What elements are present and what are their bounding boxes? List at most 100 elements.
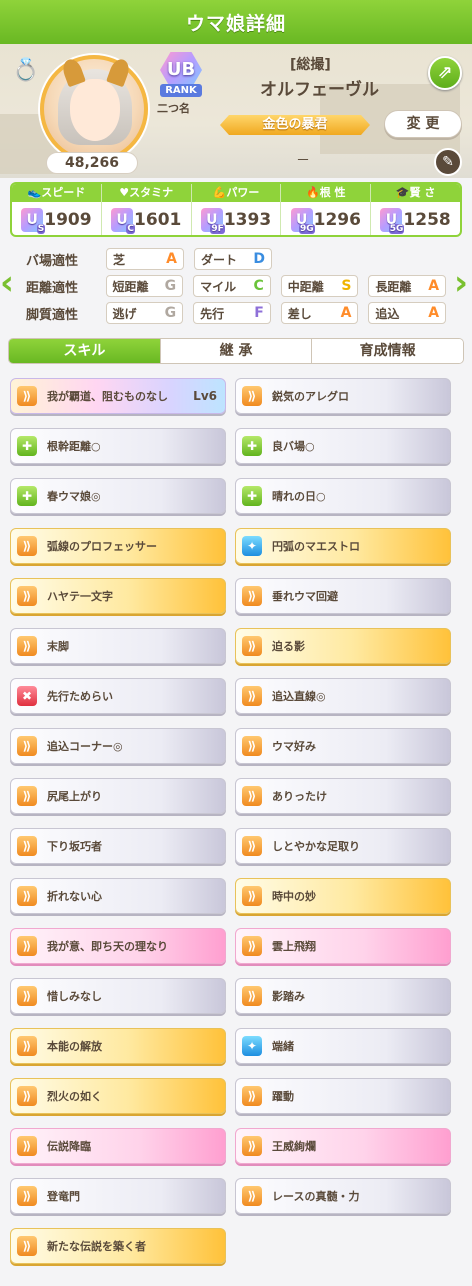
- skill-item[interactable]: ⟫ ありったけ: [235, 778, 451, 814]
- skill-name: 登竜門: [47, 1190, 80, 1203]
- prev-arrow-icon[interactable]: ‹: [0, 263, 20, 303]
- aptitude-label: 脚質適性: [26, 307, 79, 323]
- tab-skills[interactable]: スキル: [9, 339, 161, 363]
- skill-item[interactable]: ⟫ しとやかな足取り: [235, 828, 451, 864]
- rank-badge: UB RANK: [156, 52, 206, 98]
- skill-item[interactable]: ✚ 春ウマ娘◎: [10, 478, 226, 514]
- skill-name: 良バ場○: [272, 440, 315, 453]
- skill-item[interactable]: ⟫ 伝説降臨: [10, 1128, 226, 1164]
- stat-header: 🔥根 性: [281, 184, 371, 202]
- skill-item[interactable]: ✚ 根幹距離○: [10, 428, 226, 464]
- skill-name: 春ウマ娘◎: [47, 490, 101, 503]
- aptitude-label: 距離適性: [26, 280, 79, 296]
- skill-icon: ⟫: [242, 636, 262, 656]
- skill-item[interactable]: ✦ 端緒: [235, 1028, 451, 1064]
- skill-icon: ⟫: [17, 1236, 37, 1256]
- skill-item[interactable]: ⟫ 末脚: [10, 628, 226, 664]
- pencil-icon: ✎: [442, 154, 454, 170]
- aptitude-cell: 短距離 G: [105, 275, 184, 297]
- skill-name: 端緒: [272, 1040, 294, 1053]
- ring-icon[interactable]: 💍: [12, 58, 39, 88]
- skill-item[interactable]: ⟫ 王威絢爛: [235, 1128, 451, 1164]
- avatar: [40, 55, 148, 163]
- skill-icon: ⟫: [17, 536, 37, 556]
- page-title: ウマ娘詳細: [185, 12, 286, 35]
- skill-name: ハヤテ一文字: [47, 590, 113, 603]
- skill-icon: ⟫: [17, 1136, 37, 1156]
- stat-header: 💪パワー: [191, 184, 281, 202]
- skill-name: 折れない心: [47, 890, 102, 903]
- next-arrow-icon[interactable]: ›: [454, 263, 472, 303]
- dash-placeholder: －: [296, 153, 310, 169]
- aptitude-cell: 中距離 S: [280, 275, 359, 297]
- skill-item[interactable]: ⟫ ウマ好み: [235, 728, 451, 764]
- skill-item[interactable]: ⟫ 躍動: [235, 1078, 451, 1114]
- skill-item[interactable]: ✖ 先行ためらい: [10, 678, 226, 714]
- skill-item[interactable]: ⟫ 新たな伝説を築く者: [10, 1228, 226, 1264]
- stat-speed: 👟スピード U S 1909: [12, 184, 102, 235]
- stat-header: 🎓賢 さ: [371, 184, 460, 202]
- stat-value: 1909: [44, 209, 92, 230]
- cap-icon: 🎓: [395, 186, 410, 199]
- edit-button[interactable]: ✎: [434, 148, 462, 176]
- skill-item[interactable]: ⟫ 折れない心: [10, 878, 226, 914]
- skill-item[interactable]: ✚ 良バ場○: [235, 428, 451, 464]
- skill-name: 先行ためらい: [47, 690, 113, 703]
- skill-item[interactable]: ⟫ 雲上飛翔: [235, 928, 451, 964]
- stat-label: スピード: [41, 186, 86, 199]
- skill-item[interactable]: ⟫ 鋭気のアレグロ: [235, 378, 451, 414]
- skill-item[interactable]: ⟫ 影踏み: [235, 978, 451, 1014]
- skill-name: 影踏み: [272, 990, 305, 1003]
- skill-name: 根幹距離○: [47, 440, 101, 453]
- skill-item[interactable]: ✚ 晴れの日○: [235, 478, 451, 514]
- skill-name: 時中の妙: [272, 890, 316, 903]
- skill-item[interactable]: ⟫ レースの真髄・力: [235, 1178, 451, 1214]
- fan-count: 48,266: [46, 152, 138, 174]
- skill-icon: ✦: [242, 536, 262, 556]
- skill-name: 烈火の如く: [47, 1090, 102, 1103]
- tab-inheritance[interactable]: 継 承: [160, 339, 313, 363]
- skill-item[interactable]: ⟫ 弧線のプロフェッサー: [10, 528, 226, 564]
- change-button[interactable]: 変 更: [384, 110, 462, 138]
- rank-letters: UB: [160, 52, 202, 88]
- skill-name: 本能の解放: [47, 1040, 102, 1053]
- tab-training-info[interactable]: 育成情報: [312, 339, 463, 363]
- skill-icon: ⟫: [242, 386, 262, 406]
- skill-item[interactable]: ⟫ 迫る影: [235, 628, 451, 664]
- skill-item[interactable]: ⟫ 時中の妙: [235, 878, 451, 914]
- skill-name: 下り坂巧者: [47, 840, 102, 853]
- share-button[interactable]: ⇗: [428, 56, 462, 90]
- rank-label: RANK: [160, 84, 202, 97]
- skill-name: 円弧のマエストロ: [272, 540, 360, 553]
- style-aptitude-row: 脚質適性 逃げ G 先行 F 差し A 追込 A: [26, 302, 447, 324]
- share-icon: ⇗: [437, 62, 453, 83]
- skill-icon: ✦: [242, 1036, 262, 1056]
- skill-item[interactable]: ⟫ 追込コーナー◎: [10, 728, 226, 764]
- skill-item[interactable]: ⟫ 我が覇道、阻むものなし Lv6: [10, 378, 226, 414]
- skill-item[interactable]: ⟫ 惜しみなし: [10, 978, 226, 1014]
- skill-item[interactable]: ⟫ 烈火の如く: [10, 1078, 226, 1114]
- skill-item[interactable]: ⟫ 追込直線◎: [235, 678, 451, 714]
- skill-item[interactable]: ✦ 円弧のマエストロ: [235, 528, 451, 564]
- skill-item[interactable]: ⟫ ハヤテ一文字: [10, 578, 226, 614]
- stat-header: ♥スタミナ: [101, 184, 191, 202]
- skill-name: 王威絢爛: [272, 1140, 316, 1153]
- stat-power: 💪パワー U 9F 1393: [191, 184, 282, 235]
- skill-name: 追込コーナー◎: [47, 740, 123, 753]
- aptitude-cell: 長距離 A: [368, 275, 447, 297]
- skill-item[interactable]: ⟫ 尻尾上がり: [10, 778, 226, 814]
- title-bar: ウマ娘詳細: [0, 0, 472, 44]
- skill-item[interactable]: ⟫ 本能の解放: [10, 1028, 226, 1064]
- skill-item[interactable]: ⟫ 我が意、即ち天の理なり: [10, 928, 226, 964]
- aptitude-cell: 差し A: [280, 302, 359, 324]
- skill-icon: ⟫: [242, 1086, 262, 1106]
- skill-name: 躍動: [272, 1090, 294, 1103]
- skill-item[interactable]: ⟫ 垂れウマ回避: [235, 578, 451, 614]
- stat-value: 1601: [134, 209, 182, 230]
- skill-item[interactable]: ⟫ 登竜門: [10, 1178, 226, 1214]
- skill-name: 我が意、即ち天の理なり: [47, 940, 168, 953]
- skill-level: Lv6: [193, 389, 217, 403]
- stat-label: スタミナ: [129, 186, 174, 199]
- skill-item[interactable]: ⟫ 下り坂巧者: [10, 828, 226, 864]
- skill-icon: ✚: [242, 436, 262, 456]
